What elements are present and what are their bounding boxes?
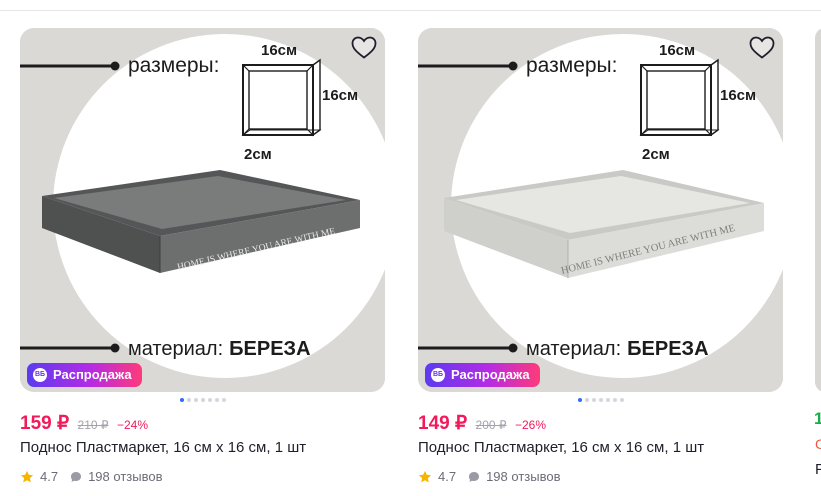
image-pagination xyxy=(577,398,624,402)
product-photo-art: размеры: 16см 16см 2см HOME IS WHERE YOU… xyxy=(20,28,385,392)
pagination-dot[interactable] xyxy=(591,398,596,402)
star-icon xyxy=(20,470,34,482)
dim-height: 16см xyxy=(322,87,358,104)
star-icon xyxy=(418,470,432,482)
price-row: 159 ₽ 210 ₽ −24% xyxy=(20,412,148,435)
product-image[interactable]: размеры: 16см 16см 2см HOME IS WHERE YOU… xyxy=(20,28,385,392)
price-row: 149 ₽ 200 ₽ −26% xyxy=(418,412,546,435)
dim-depth: 2см xyxy=(642,146,670,163)
product-image[interactable]: размеры: 16см 16см 2см HOME IS WHERE YOU… xyxy=(418,28,783,392)
sale-badge-label: Распродажа xyxy=(53,367,132,382)
next-product-image-peek[interactable] xyxy=(815,28,821,392)
top-divider xyxy=(0,10,821,11)
current-price: 159 ₽ xyxy=(20,413,70,434)
rating-value: 4.7 xyxy=(40,469,59,484)
old-price: 210 ₽ xyxy=(77,418,109,432)
pagination-dot[interactable] xyxy=(221,398,226,402)
sale-badge: ВБ Распродажа xyxy=(27,363,142,387)
next-product-sub-peek: С xyxy=(815,436,821,452)
product-photo-art: размеры: 16см 16см 2см HOME IS WHERE YOU… xyxy=(418,28,783,392)
pagination-dot[interactable] xyxy=(619,398,624,402)
pagination-dot[interactable] xyxy=(214,398,219,402)
sale-badge: ВБ Распродажа xyxy=(425,363,540,387)
discount-percent: −26% xyxy=(514,418,547,432)
image-pagination xyxy=(179,398,226,402)
material-label: материал: БЕРЕЗА xyxy=(128,338,311,360)
dim-height: 16см xyxy=(720,87,756,104)
pagination-dot[interactable] xyxy=(605,398,610,402)
product-title[interactable]: Поднос Пластмаркет, 16 см x 16 см, 1 шт xyxy=(418,439,704,456)
material-label: материал: БЕРЕЗА xyxy=(526,338,709,360)
wb-logo-icon: ВБ xyxy=(431,368,445,382)
pagination-dot[interactable] xyxy=(584,398,589,402)
reviews-count[interactable]: 198 отзывов xyxy=(486,469,560,484)
pagination-dot[interactable] xyxy=(207,398,212,402)
pagination-dot-active[interactable] xyxy=(179,398,184,402)
sale-badge-label: Распродажа xyxy=(451,367,530,382)
reviews-count[interactable]: 198 отзывов xyxy=(88,469,162,484)
product-card[interactable]: размеры: 16см 16см 2см HOME IS WHERE YOU… xyxy=(20,28,385,484)
pagination-dot[interactable] xyxy=(612,398,617,402)
next-product-price-peek: 1 xyxy=(814,409,821,428)
discount-percent: −24% xyxy=(116,418,149,432)
speech-bubble-icon xyxy=(469,471,480,482)
pagination-dot[interactable] xyxy=(200,398,205,402)
product-card[interactable]: размеры: 16см 16см 2см HOME IS WHERE YOU… xyxy=(418,28,783,484)
dim-width: 16см xyxy=(659,42,695,59)
heart-outline-icon[interactable] xyxy=(749,36,775,60)
next-product-title-peek[interactable]: F xyxy=(815,461,821,478)
product-title[interactable]: Поднос Пластмаркет, 16 см x 16 см, 1 шт xyxy=(20,439,306,456)
rating-row: 4.7 198 отзывов xyxy=(20,469,162,484)
rating-value: 4.7 xyxy=(438,469,457,484)
wb-logo-icon: ВБ xyxy=(33,368,47,382)
dim-width: 16см xyxy=(261,42,297,59)
pagination-dot[interactable] xyxy=(193,398,198,402)
pagination-dot[interactable] xyxy=(598,398,603,402)
speech-bubble-icon xyxy=(71,471,82,482)
size-label: размеры: xyxy=(526,54,617,77)
size-label: размеры: xyxy=(128,54,219,77)
heart-outline-icon[interactable] xyxy=(351,36,377,60)
pagination-dot-active[interactable] xyxy=(577,398,582,402)
pagination-dot[interactable] xyxy=(186,398,191,402)
dim-depth: 2см xyxy=(244,146,272,163)
current-price: 149 ₽ xyxy=(418,413,468,434)
old-price: 200 ₽ xyxy=(475,418,507,432)
rating-row: 4.7 198 отзывов xyxy=(418,469,560,484)
